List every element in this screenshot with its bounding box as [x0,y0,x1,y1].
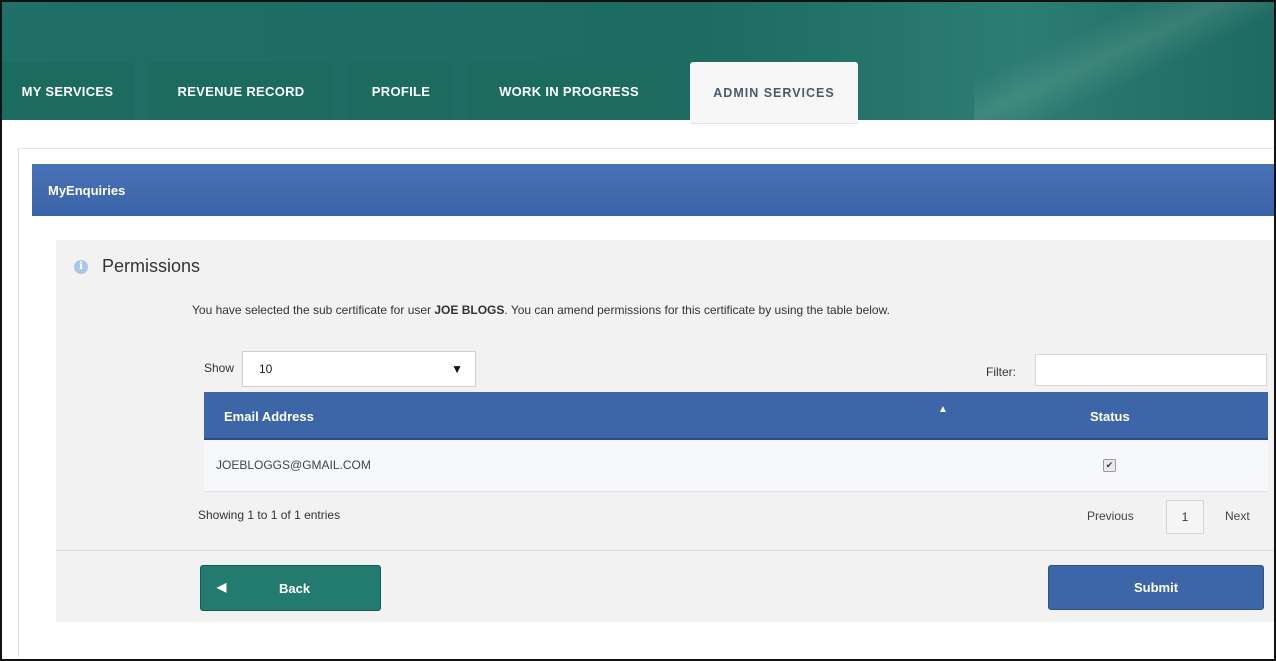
tab-admin-services[interactable]: ADMIN SERVICES [690,62,858,124]
app-window: MY SERVICES REVENUE RECORD PROFILE WORK … [0,0,1276,661]
section-title: MyEnquiries [48,182,126,198]
permissions-title: Permissions [102,256,201,276]
status-checkbox[interactable]: ✔ [1103,459,1116,472]
section-header: MyEnquiries [32,164,1274,216]
dropdown-arrow-icon: ▼ [451,362,463,376]
page-size-select[interactable]: 10 ▼ [242,351,476,387]
tab-profile[interactable]: PROFILE [349,62,453,120]
table-info: Showing 1 to 1 of 1 entries [198,508,341,522]
permissions-heading: i Permissions [74,256,200,277]
filter-label: Filter: [986,365,1016,379]
next-page-link[interactable]: Next [1225,509,1250,523]
nav-decoration [974,2,1274,120]
back-label: Back [279,581,311,596]
submit-label: Submit [1133,580,1179,595]
permissions-description: You have selected the sub certificate fo… [192,303,890,317]
column-header-status[interactable]: Status [1090,409,1130,424]
show-label: Show [204,361,235,375]
page-size-value: 10 [259,362,273,376]
submit-button[interactable]: Submit [1048,565,1264,610]
email-cell: JOEBLOGGS@GMAIL.COM [216,458,371,472]
info-icon: i [74,259,88,274]
table-row: JOEBLOGGS@GMAIL.COM ✔ [204,440,1268,492]
back-button[interactable]: ◀ Back [200,565,381,611]
left-triangle-icon: ◀ [217,580,227,594]
tab-my-services[interactable]: MY SERVICES [2,62,133,120]
page-1-button[interactable]: 1 [1166,500,1204,534]
tab-work-in-progress[interactable]: WORK IN PROGRESS [468,62,670,120]
filter-input[interactable] [1035,354,1267,386]
column-header-email[interactable]: Email Address [224,409,314,424]
divider [56,550,1274,551]
tab-revenue-record[interactable]: REVENUE RECORD [148,62,334,120]
table-header: Email Address ▲ Status [204,392,1268,440]
previous-page-link[interactable]: Previous [1087,509,1134,523]
sort-asc-icon[interactable]: ▲ [938,404,948,415]
selected-user: JOE BLOGS [434,303,505,317]
